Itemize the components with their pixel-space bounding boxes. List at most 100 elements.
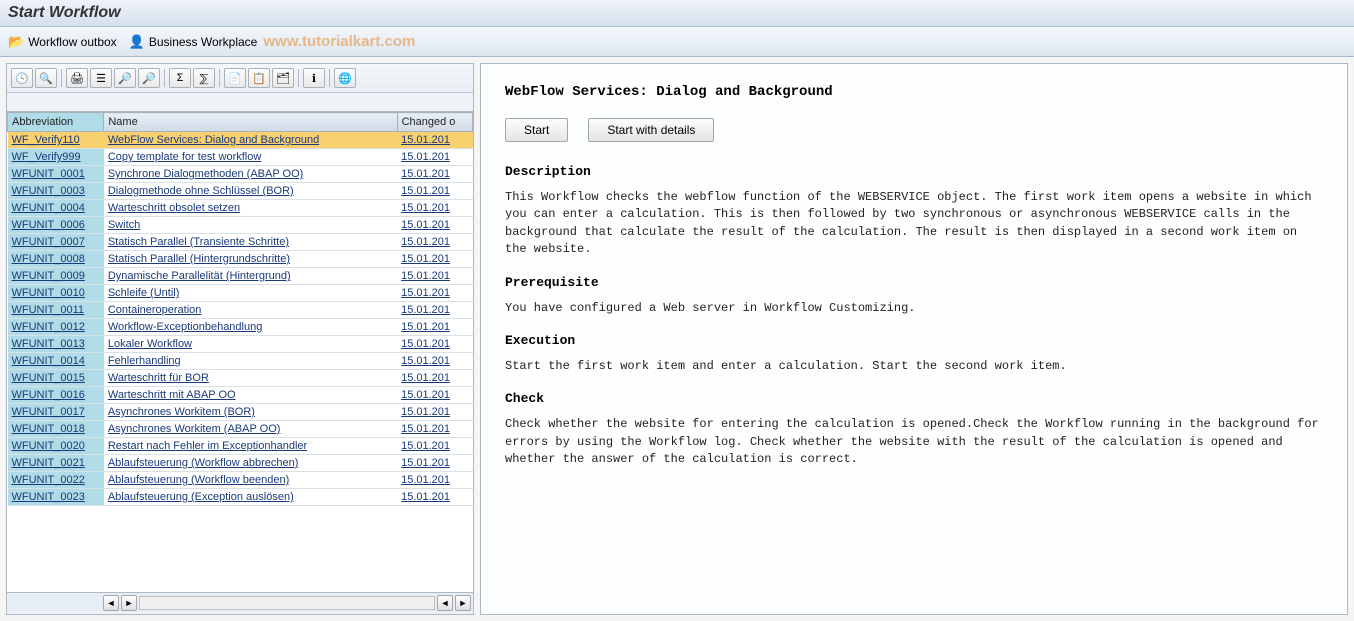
filter-icon[interactable]: ☰ [90, 68, 112, 88]
abbr-link[interactable]: WFUNIT_0001 [12, 168, 85, 180]
table-row[interactable]: WFUNIT_0007 Statisch Parallel (Transiente… [8, 234, 473, 251]
table-row[interactable]: WFUNIT_0006Switch15.01.201 [8, 217, 473, 234]
start-button[interactable]: Start [505, 118, 568, 142]
name-link[interactable]: Containeroperation [108, 304, 202, 316]
col-header-name[interactable]: Name [104, 113, 397, 132]
abbr-link[interactable]: WFUNIT_0012 [12, 321, 85, 333]
table-scroll[interactable]: Abbreviation Name Changed o WF_Verify110… [7, 112, 473, 592]
scroll-right-icon[interactable]: ► [121, 595, 137, 611]
name-link[interactable]: Copy template for test workflow [108, 151, 261, 163]
print-icon[interactable]: 🖨 [66, 68, 88, 88]
table-row[interactable]: WFUNIT_0022 Ablaufsteuerung (Workflow bee… [8, 472, 473, 489]
business-workplace-link[interactable]: 👤 Business Workplace [129, 34, 258, 50]
name-link[interactable]: Dynamische Parallelität (Hintergrund) [108, 270, 291, 282]
select-layout-icon[interactable]: 🗂 [272, 68, 294, 88]
abbr-link[interactable]: WFUNIT_0015 [12, 372, 85, 384]
abbr-link[interactable]: WFUNIT_0023 [12, 491, 85, 503]
abbr-link[interactable]: WFUNIT_0006 [12, 219, 85, 231]
separator [61, 69, 62, 87]
changed-date: 15.01.201 [401, 440, 450, 452]
find-icon[interactable]: 🔎 [114, 68, 136, 88]
table-row[interactable]: WFUNIT_0021 Ablaufsteuerung (Workflow abb… [8, 455, 473, 472]
changed-date: 15.01.201 [401, 423, 450, 435]
outbox-label: Workflow outbox [28, 35, 116, 49]
name-link[interactable]: Warteschritt obsolet setzen [108, 202, 240, 214]
table-row[interactable]: WF_Verify999 Copy template for test workf… [8, 149, 473, 166]
name-link[interactable]: Ablaufsteuerung (Workflow abbrechen) [108, 457, 299, 469]
table-row[interactable]: WFUNIT_0003 Dialogmethode ohne Schlüssel … [8, 183, 473, 200]
name-link[interactable]: Statisch Parallel (Transiente Schritte) [108, 236, 289, 248]
table-row[interactable]: WFUNIT_0011Containeroperation15.01.201 [8, 302, 473, 319]
table-row[interactable]: WFUNIT_0013Lokaler Workflow15.01.201 [8, 336, 473, 353]
abbr-link[interactable]: WFUNIT_0016 [12, 389, 85, 401]
name-link[interactable]: Statisch Parallel (Hintergrundschritte) [108, 253, 290, 265]
name-link[interactable]: Warteschritt für BOR [108, 372, 209, 384]
name-link[interactable]: Restart nach Fehler im Exceptionhandler [108, 440, 307, 452]
table-row[interactable]: WFUNIT_0015Warteschritt für BOR15.01.201 [8, 370, 473, 387]
abbr-link[interactable]: WFUNIT_0003 [12, 185, 85, 197]
abbr-link[interactable]: WFUNIT_0004 [12, 202, 85, 214]
display-icon[interactable]: 🔍 [35, 68, 57, 88]
abbr-link[interactable]: WFUNIT_0011 [12, 304, 85, 316]
changed-date: 15.01.201 [401, 355, 450, 367]
name-link[interactable]: Synchrone Dialogmethoden (ABAP OO) [108, 168, 303, 180]
abbr-link[interactable]: WFUNIT_0021 [12, 457, 85, 469]
name-link[interactable]: Warteschritt mit ABAP OO [108, 389, 236, 401]
scroll-right-icon[interactable]: ► [455, 595, 471, 611]
abbr-link[interactable]: WF_Verify999 [12, 151, 81, 163]
table-row[interactable]: WFUNIT_0008 Statisch Parallel (Hintergrun… [8, 251, 473, 268]
layout-icon[interactable]: 📋 [248, 68, 270, 88]
scroll-left-icon[interactable]: ◄ [437, 595, 453, 611]
name-link[interactable]: WebFlow Services: Dialog and Background [108, 134, 319, 146]
table-row[interactable]: WFUNIT_0020 Restart nach Fehler im Except… [8, 438, 473, 455]
name-link[interactable]: Lokaler Workflow [108, 338, 192, 350]
abbr-link[interactable]: WFUNIT_0007 [12, 236, 85, 248]
col-header-abbr[interactable]: Abbreviation [8, 113, 104, 132]
abbr-link[interactable]: WFUNIT_0022 [12, 474, 85, 486]
info-icon[interactable]: ℹ [303, 68, 325, 88]
subtotal-icon[interactable]: ⅀ [193, 68, 215, 88]
col-header-changed[interactable]: Changed o [397, 113, 472, 132]
table-row[interactable]: WFUNIT_0004Warteschritt obsolet setzen15… [8, 200, 473, 217]
name-link[interactable]: Asynchrones Workitem (ABAP OO) [108, 423, 281, 435]
table-row[interactable]: WFUNIT_0023 Ablaufsteuerung (Exception au… [8, 489, 473, 506]
table-row[interactable]: WFUNIT_0001 Synchrone Dialogmethoden (ABA… [8, 166, 473, 183]
scroll-track[interactable] [139, 596, 435, 610]
table-row[interactable]: WFUNIT_0014 Fehlerhandling 15.01.201 [8, 353, 473, 370]
table-row[interactable]: WFUNIT_0017Asynchrones Workitem (BOR)15.… [8, 404, 473, 421]
abbr-link[interactable]: WFUNIT_0017 [12, 406, 85, 418]
name-link[interactable]: Ablaufsteuerung (Exception auslösen) [108, 491, 294, 503]
name-link[interactable]: Ablaufsteuerung (Workflow beenden) [108, 474, 289, 486]
table-row[interactable]: WFUNIT_0012 Workflow-Exceptionbehandlung 1… [8, 319, 473, 336]
name-link[interactable]: Workflow-Exceptionbehandlung [108, 321, 263, 333]
name-link[interactable]: Switch [108, 219, 140, 231]
start-with-details-button[interactable]: Start with details [588, 118, 714, 142]
abbr-link[interactable]: WFUNIT_0013 [12, 338, 85, 350]
table-row[interactable]: WFUNIT_0016Warteschritt mit ABAP OO15.01… [8, 387, 473, 404]
table-row[interactable]: WFUNIT_0009 Dynamische Parallelität (Hint… [8, 268, 473, 285]
sum-icon[interactable]: Σ [169, 68, 191, 88]
name-link[interactable]: Fehlerhandling [108, 355, 181, 367]
abbr-link[interactable]: WF_Verify110 [12, 134, 80, 146]
abbr-link[interactable]: WFUNIT_0020 [12, 440, 85, 452]
folder-icon: 📂 [8, 34, 24, 50]
changed-date: 15.01.201 [401, 321, 450, 333]
name-link[interactable]: Dialogmethode ohne Schlüssel (BOR) [108, 185, 294, 197]
abbr-link[interactable]: WFUNIT_0018 [12, 423, 85, 435]
chart-icon[interactable]: 🌐 [334, 68, 356, 88]
table-row[interactable]: WF_Verify110 WebFlow Services: Dialog and… [8, 132, 473, 149]
abbr-link[interactable]: WFUNIT_0009 [12, 270, 85, 282]
export-icon[interactable]: 📄 [224, 68, 246, 88]
abbr-link[interactable]: WFUNIT_0008 [12, 253, 85, 265]
name-link[interactable]: Schleife (Until) [108, 287, 180, 299]
table-row[interactable]: WFUNIT_0010Schleife (Until)15.01.201 [8, 285, 473, 302]
workplace-label: Business Workplace [149, 35, 258, 49]
find-next-icon[interactable]: 🔎 [138, 68, 160, 88]
table-row[interactable]: WFUNIT_0018 Asynchrones Workitem (ABAP OO… [8, 421, 473, 438]
workflow-outbox-link[interactable]: 📂 Workflow outbox [8, 34, 117, 50]
name-link[interactable]: Asynchrones Workitem (BOR) [108, 406, 255, 418]
scroll-left-icon[interactable]: ◄ [103, 595, 119, 611]
abbr-link[interactable]: WFUNIT_0010 [12, 287, 85, 299]
execute-icon[interactable]: 🕓 [11, 68, 33, 88]
abbr-link[interactable]: WFUNIT_0014 [12, 355, 85, 367]
